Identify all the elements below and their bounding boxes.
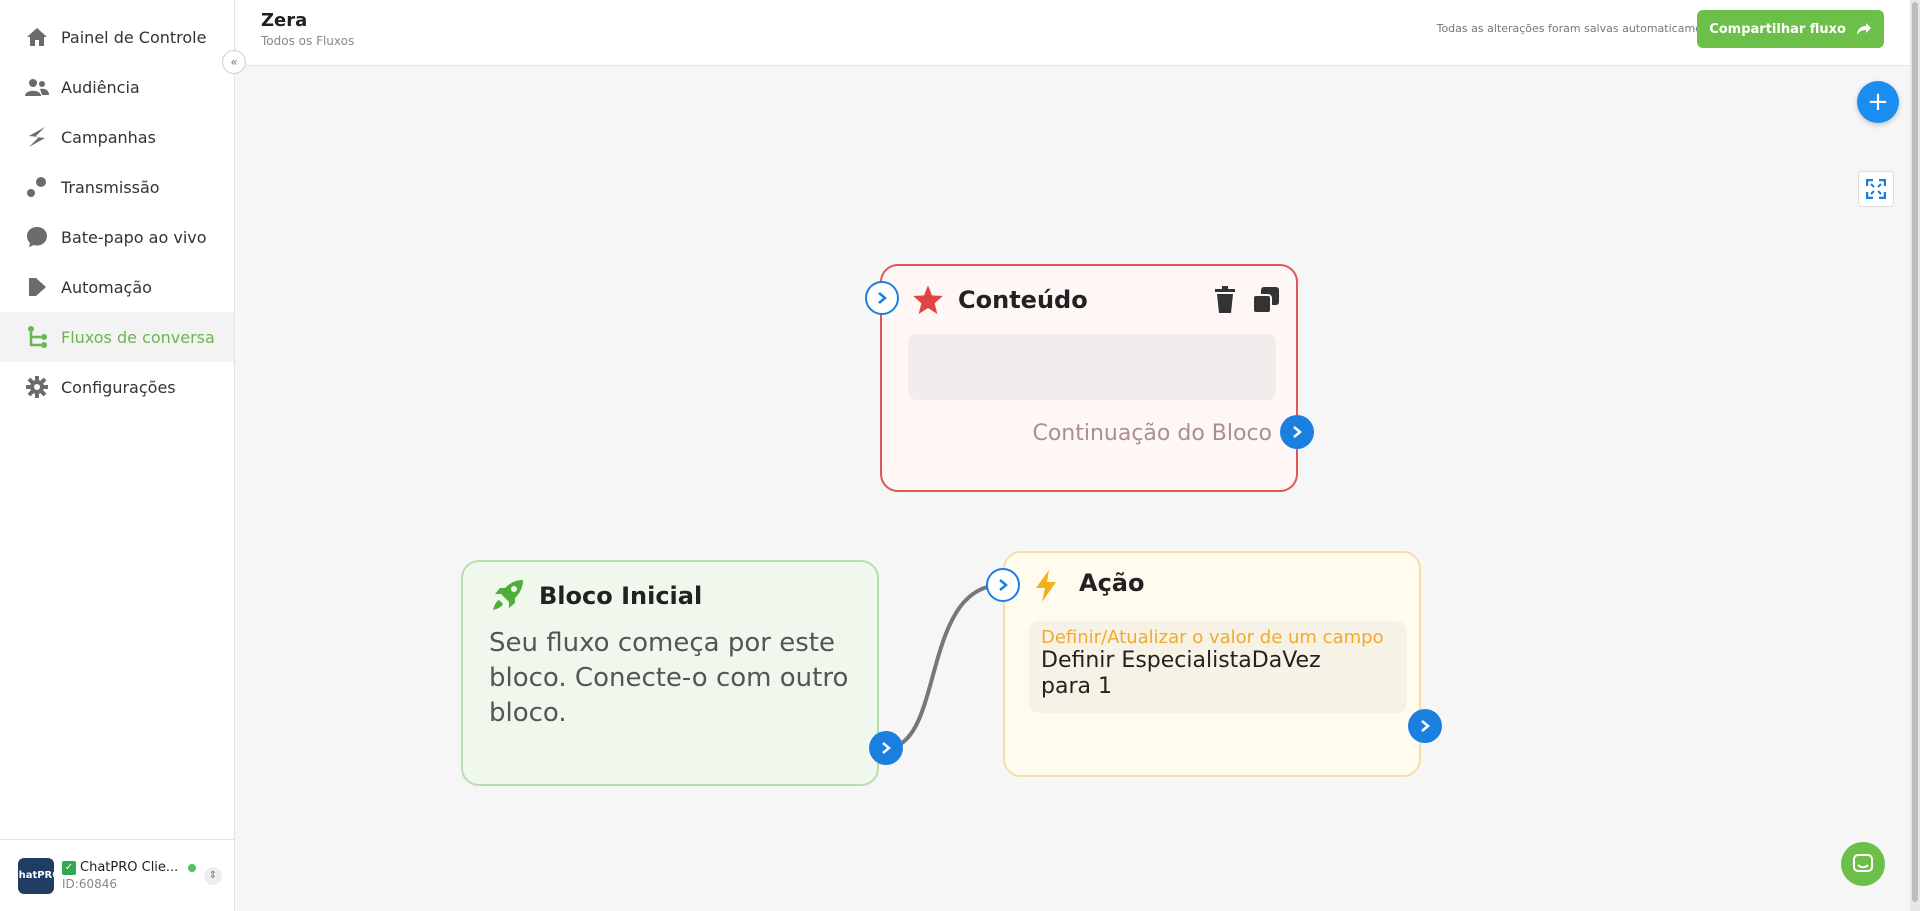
sidebar-item-label: Audiência [61,77,140,97]
trash-icon[interactable] [1214,286,1236,318]
sidebar-item-label: Transmissão [61,177,160,197]
sidebar-nav: Painel de Controle Audiência Campanhas T… [0,0,234,412]
content-placeholder[interactable] [908,334,1276,400]
action-detail-line2: para 1 [1041,674,1112,699]
chevron-right-icon [1293,426,1302,438]
online-status-icon [188,863,197,872]
gear-icon [25,375,49,399]
page-title: Zera [261,10,308,31]
account-id: ID:60846 [62,877,117,891]
continuation-label: Continuação do Bloco [1032,421,1272,446]
action-output-port[interactable] [1408,709,1442,743]
rocket-icon [491,578,525,616]
start-block-title: Bloco Inicial [539,582,703,610]
add-block-button[interactable]: + [1857,81,1899,123]
check-icon: ✓ [62,860,76,875]
content-block-title: Conteúdo [958,286,1088,314]
fullscreen-icon [1866,179,1886,199]
account-name: ChatPRO Clie... [80,860,179,875]
action-block-title: Ação [1079,569,1145,597]
sidebar-item-label: Fluxos de conversa [61,327,215,347]
account-logo: ChatPRO [11,857,61,894]
content-input-port[interactable] [865,281,899,315]
sidebar-item-configuracoes[interactable]: Configurações [0,362,234,412]
sidebar-item-transmissao[interactable]: Transmissão [0,162,234,212]
sidebar-item-label: Campanhas [61,127,156,147]
fullscreen-button[interactable] [1858,171,1894,207]
support-chat-button[interactable] [1841,842,1885,886]
vertical-scrollbar[interactable] [1910,0,1920,911]
content-output-port[interactable] [1280,415,1314,449]
breadcrumb[interactable]: Todos os Fluxos [261,34,354,48]
account-switcher[interactable]: ChatPRO ✓ ChatPRO Clie... ID:60846 ⇕ [0,839,235,911]
star-icon [912,284,944,320]
share-flow-button[interactable]: Compartilhar fluxo [1697,10,1884,48]
sidebar-item-audiencia[interactable]: Audiência [0,62,234,112]
campaign-icon [25,125,49,149]
users-icon [25,75,49,99]
action-type-label: Definir/Atualizar o valor de um campo [1041,627,1384,648]
sidebar-item-campanhas[interactable]: Campanhas [0,112,234,162]
automation-icon [25,275,49,299]
chevron-right-icon [1421,720,1430,732]
flow-header: Zera Todos os Fluxos Todas as alterações… [236,0,1920,66]
action-item[interactable]: Definir/Atualizar o valor de um campo De… [1029,621,1407,713]
flow-icon [25,325,49,349]
action-input-port[interactable] [986,568,1020,602]
sidebar-item-label: Bate-papo ao vivo [61,227,207,247]
sidebar-item-label: Automação [61,277,152,297]
start-block[interactable]: Bloco Inicial Seu fluxo começa por este … [461,560,879,786]
chevron-updown-icon[interactable]: ⇕ [204,866,222,885]
double-chevron-left-icon: « [230,55,238,69]
share-arrow-icon [1857,23,1871,35]
sidebar-item-label: Configurações [61,377,176,397]
chat-icon [1853,854,1873,872]
home-icon [25,25,49,49]
content-block[interactable]: Conteúdo Continuação do Bloco [880,264,1298,492]
account-name-row: ✓ ChatPRO Clie... [62,860,197,875]
action-block[interactable]: Ação Definir/Atualizar o valor de um cam… [1003,551,1421,777]
sidebar-item-automacao[interactable]: Automação [0,262,234,312]
sidebar-item-label: Painel de Controle [61,27,207,47]
sidebar: Painel de Controle Audiência Campanhas T… [0,0,235,911]
action-detail-line1: Definir EspecialistaDaVez [1041,648,1321,673]
collapse-sidebar-button[interactable]: « [222,50,246,74]
sidebar-item-painel-de-controle[interactable]: Painel de Controle [0,12,234,62]
sidebar-item-bate-papo[interactable]: Bate-papo ao vivo [0,212,234,262]
chevron-right-icon [999,579,1008,591]
share-button-label: Compartilhar fluxo [1709,21,1846,37]
chevron-right-icon [882,742,891,754]
duplicate-icon[interactable] [1252,286,1280,318]
chevron-right-icon [878,292,887,304]
autosave-status: Todas as alterações foram salvas automat… [1436,22,1720,35]
lightning-icon [1033,569,1059,607]
start-block-description: Seu fluxo começa por este bloco. Conecte… [489,628,849,728]
scrollbar-thumb[interactable] [1912,2,1918,902]
account-info: ✓ ChatPRO Clie... ID:60846 [62,860,197,891]
start-output-port[interactable] [869,731,903,765]
plus-icon: + [1867,87,1889,117]
broadcast-icon [25,175,49,199]
sidebar-item-fluxos-de-conversa[interactable]: Fluxos de conversa [0,312,234,362]
chat-bubble-icon [25,225,49,249]
